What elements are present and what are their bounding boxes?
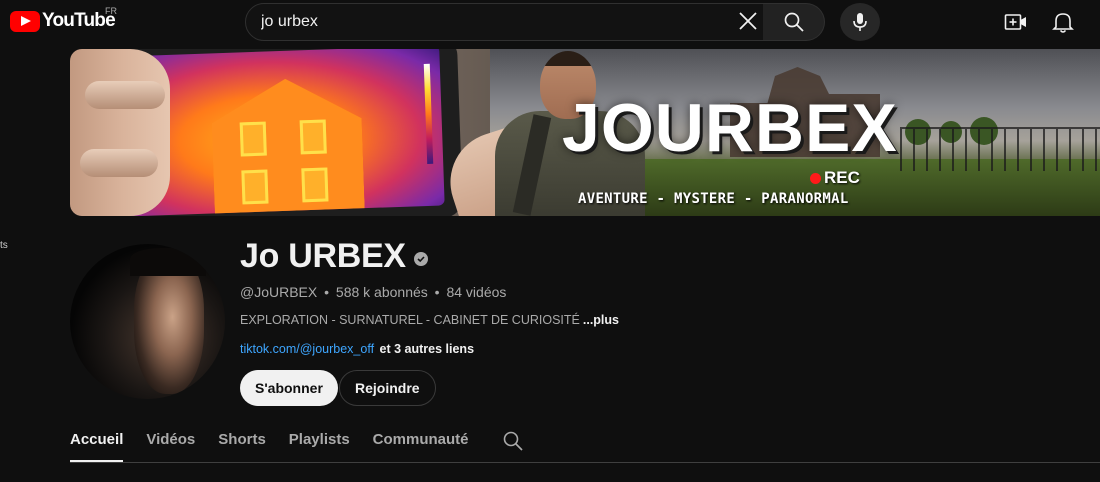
tab-shorts[interactable]: Shorts <box>218 420 266 462</box>
create-video-icon <box>1004 14 1026 30</box>
rec-label: REC <box>824 168 860 187</box>
channel-description[interactable]: EXPLORATION - SURNATUREL - CABINET DE CU… <box>240 313 619 327</box>
tab-videos[interactable]: Vidéos <box>146 420 195 462</box>
logo-text: YouTube <box>42 10 116 31</box>
verified-badge-icon[interactable] <box>413 251 428 266</box>
subscribe-button[interactable]: S'abonner <box>240 370 338 406</box>
channel-banner: JOURBEX REC AVENTURE - MYSTERE - PARANOR… <box>70 49 1100 216</box>
clear-icon <box>739 12 757 30</box>
banner-tagline: AVENTURE - MYSTERE - PARANORMAL <box>578 191 849 207</box>
tab-playlists[interactable]: Playlists <box>289 420 350 462</box>
thermal-window <box>239 121 267 157</box>
channel-search-button[interactable] <box>502 430 524 452</box>
search-icon <box>784 12 804 32</box>
create-button[interactable] <box>1002 8 1030 36</box>
tabs-divider <box>70 462 1100 463</box>
search-box <box>245 3 765 41</box>
separator: • <box>434 284 440 300</box>
microphone-icon <box>853 13 867 31</box>
search-input[interactable] <box>261 4 721 40</box>
fence-image <box>900 127 1100 171</box>
description-text: EXPLORATION - SURNATUREL - CABINET DE CU… <box>240 313 580 327</box>
sidebar-fragment: ts <box>0 240 8 251</box>
thermal-window <box>299 119 327 155</box>
channel-avatar[interactable] <box>70 244 225 399</box>
banner-title: JOURBEX <box>562 90 898 166</box>
more-links-button[interactable]: et 3 autres liens <box>380 342 475 356</box>
description-more-link[interactable]: ...plus <box>583 313 619 327</box>
voice-search-button[interactable] <box>840 3 880 41</box>
notifications-button[interactable] <box>1049 8 1077 36</box>
thermal-window <box>301 167 329 203</box>
video-count: 84 vidéos <box>446 284 507 300</box>
clear-search-button[interactable] <box>735 8 761 34</box>
top-bar: YouTube FR <box>0 0 1100 44</box>
separator: • <box>324 284 330 300</box>
hand-image <box>70 49 170 216</box>
join-button[interactable]: Rejoindre <box>339 370 436 406</box>
youtube-logo[interactable]: YouTube <box>10 10 116 32</box>
rec-dot-icon <box>810 172 821 184</box>
rec-indicator: REC <box>810 168 860 188</box>
thermal-scale <box>423 63 434 164</box>
channel-meta: @JoURBEX • 588 k abonnés • 84 vidéos <box>240 284 506 300</box>
tab-accueil[interactable]: Accueil <box>70 420 124 462</box>
thermal-window <box>241 169 269 205</box>
finger-image <box>80 149 158 177</box>
tab-communaute[interactable]: Communauté <box>373 420 469 462</box>
channel-tabs: Accueil Vidéos Shorts Playlists Communau… <box>70 420 524 462</box>
bell-icon <box>1052 13 1074 33</box>
avatar-hair <box>130 248 206 276</box>
search-button[interactable] <box>763 3 825 41</box>
channel-links: tiktok.com/@jourbex_off et 3 autres lien… <box>240 342 474 356</box>
youtube-logo-icon <box>10 10 40 32</box>
channel-name: Jo URBEX <box>240 237 406 275</box>
tiktok-link[interactable]: tiktok.com/@jourbex_off <box>240 342 374 356</box>
channel-title: Jo URBEX <box>240 237 428 276</box>
finger-image <box>85 81 165 109</box>
thermal-house <box>210 76 365 216</box>
channel-handle: @JoURBEX <box>240 284 318 300</box>
search-icon <box>503 431 523 451</box>
subscriber-count: 588 k abonnés <box>335 284 428 300</box>
country-code: FR <box>105 6 117 16</box>
